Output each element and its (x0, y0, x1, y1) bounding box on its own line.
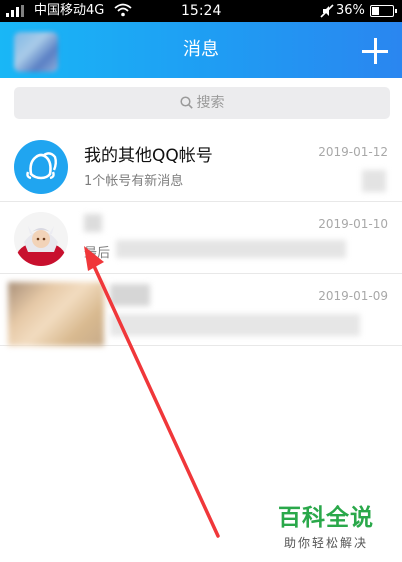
watermark-title: 百科全说 (278, 505, 374, 531)
status-bar: 中国移动4G 15:24 36% (0, 0, 402, 22)
page-title: 消息 (183, 39, 219, 60)
plus-icon[interactable] (362, 38, 388, 64)
carrier-label: 中国移动4G (34, 3, 105, 18)
red-character-avatar (14, 212, 68, 266)
search-icon (179, 96, 193, 109)
blurred-name (84, 214, 102, 232)
battery-percent: 36% (336, 3, 365, 18)
top-nav-bar: 消息 (0, 22, 402, 78)
battery-icon (370, 5, 397, 17)
blurred-preview (116, 240, 346, 258)
conversation-row-other-accounts[interactable]: 我的其他QQ帐号 1个帐号有新消息 2019-01-12 (0, 130, 402, 202)
clock: 15:24 (181, 3, 222, 19)
blurred-name (110, 284, 150, 306)
conversation-preview: 1个帐号有新消息 (84, 174, 184, 189)
conversation-date: 2019-01-09 (318, 289, 388, 303)
conversation-name: 我的其他QQ帐号 (84, 146, 213, 166)
conversation-date: 2019-01-10 (318, 217, 388, 231)
blurred-badge (362, 170, 386, 192)
conversation-row-2[interactable]: 最后 2019-01-10 (0, 202, 402, 274)
blurred-preview (110, 314, 360, 336)
conversation-row-3[interactable]: 2019-01-09 (0, 274, 402, 346)
search-area: 搜索 (0, 78, 402, 130)
qq-accounts-icon (14, 140, 68, 194)
search-input[interactable]: 搜索 (14, 87, 390, 119)
blurred-avatar (8, 282, 104, 346)
conversation-date: 2019-01-12 (318, 145, 388, 159)
watermark-logo: 百科全说 助你轻松解决 (270, 494, 396, 558)
conversation-preview: 最后 (84, 246, 111, 261)
search-placeholder: 搜索 (196, 95, 225, 111)
signal-icon (6, 5, 28, 17)
watermark-subtitle: 助你轻松解决 (284, 536, 369, 550)
